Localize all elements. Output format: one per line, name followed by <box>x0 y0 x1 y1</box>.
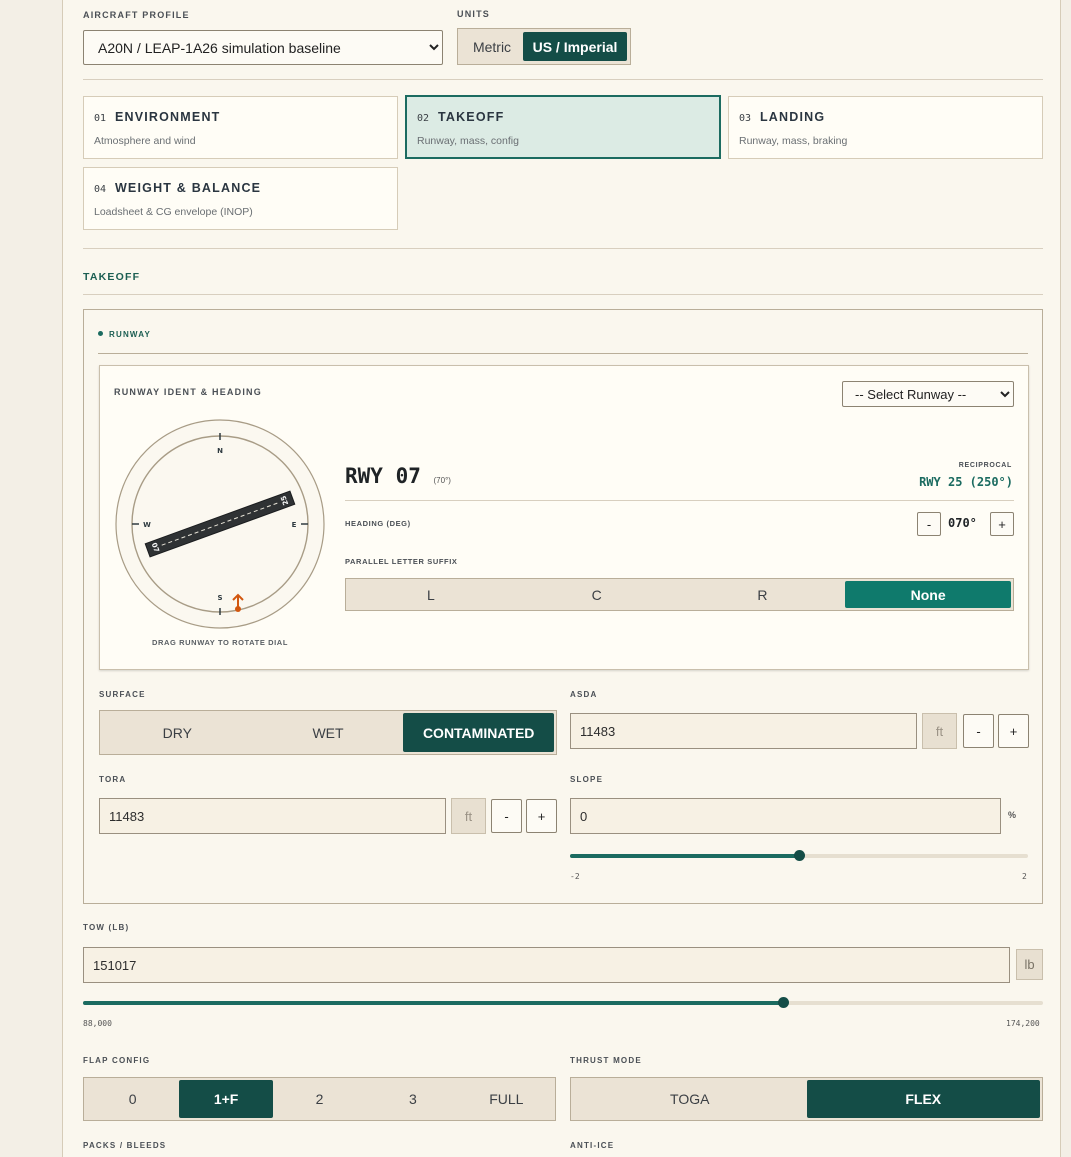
tow-slider-fill <box>83 1001 783 1005</box>
aircraft-profile-select[interactable]: A20N / LEAP-1A26 simulation baseline <box>83 30 443 65</box>
module-card-takeoff[interactable]: 02 TAKEOFF Runway, mass, config <box>405 95 721 159</box>
slope-unit: % <box>1008 810 1017 820</box>
slope-max: 2 <box>1022 872 1027 881</box>
module-subtitle: Runway, mass, braking <box>739 135 848 147</box>
flap-label: FLAP CONFIG <box>83 1056 151 1065</box>
anti-ice-label: ANTI-ICE <box>570 1141 615 1150</box>
flap-option-full[interactable]: FULL <box>460 1080 553 1118</box>
module-number: 04 <box>94 184 107 195</box>
tow-input[interactable]: 151017 <box>83 947 1010 983</box>
reciprocal-value: RWY 25 (250°) <box>919 475 1013 489</box>
flap-option-2[interactable]: 2 <box>273 1080 366 1118</box>
main-panel: AIRCRAFT PROFILE A20N / LEAP-1A26 simula… <box>62 0 1061 1157</box>
module-subtitle: Atmosphere and wind <box>94 135 196 147</box>
heading-label: HEADING (DEG) <box>345 519 411 528</box>
tow-min: 88,000 <box>83 1019 112 1028</box>
runway-bullet-icon <box>98 331 103 336</box>
module-title: TAKEOFF <box>437 110 505 124</box>
heading-decrement-button[interactable]: - <box>917 512 941 536</box>
divider <box>98 353 1028 354</box>
runway-ident-card: RUNWAY IDENT & HEADING -- Select Runway … <box>99 365 1029 670</box>
tora-input[interactable]: 11483 <box>99 798 446 834</box>
runway-group: RUNWAY RUNWAY IDENT & HEADING -- Select … <box>83 309 1043 904</box>
module-number: 02 <box>417 113 430 124</box>
slope-input[interactable]: 0 <box>570 798 1001 834</box>
flap-option-3[interactable]: 3 <box>366 1080 459 1118</box>
dial-hint: DRAG RUNWAY TO ROTATE DIAL <box>151 638 289 647</box>
suffix-option-r[interactable]: R <box>680 581 846 608</box>
thrust-option-flex[interactable]: FLEX <box>806 1080 1040 1118</box>
aircraft-profile-label: AIRCRAFT PROFILE <box>83 10 190 20</box>
slope-min: -2 <box>570 872 580 881</box>
dial-label-s: S <box>217 594 222 602</box>
tow-slider-thumb[interactable] <box>777 997 789 1008</box>
dial-label-e: E <box>292 521 297 529</box>
divider <box>345 500 1014 501</box>
asda-unit: ft <box>922 713 957 749</box>
module-card-environment[interactable]: 01 ENVIRONMENT Atmosphere and wind <box>83 96 398 159</box>
thrust-toggle: TOGA FLEX <box>570 1077 1043 1121</box>
module-title: LANDING <box>759 110 826 124</box>
packs-label: PACKS / BLEEDS <box>83 1141 167 1150</box>
reciprocal-label: RECIPROCAL <box>958 462 1012 469</box>
tora-increment-button[interactable]: + <box>526 799 557 833</box>
suffix-label: PARALLEL LETTER SUFFIX <box>345 557 458 566</box>
divider <box>83 294 1043 295</box>
flap-toggle: 0 1+F 2 3 FULL <box>83 1077 556 1121</box>
tora-unit: ft <box>451 798 486 834</box>
section-title: TAKEOFF <box>83 271 141 283</box>
runway-group-label: RUNWAY <box>109 330 152 339</box>
module-subtitle: Loadsheet & CG envelope (INOP) <box>94 206 253 218</box>
module-title: ENVIRONMENT <box>114 110 221 124</box>
asda-input[interactable]: 11483 <box>570 713 917 749</box>
divider <box>83 248 1043 249</box>
suffix-option-l[interactable]: L <box>348 581 514 608</box>
tora-label: TORA <box>99 775 127 784</box>
surface-toggle: DRY WET CONTAMINATED <box>99 710 557 755</box>
slope-slider[interactable] <box>570 850 1028 861</box>
units-option-metric[interactable]: Metric <box>461 32 523 61</box>
tow-unit: lb <box>1016 949 1043 980</box>
thrust-option-toga[interactable]: TOGA <box>573 1080 807 1118</box>
suffix-option-none[interactable]: None <box>845 581 1011 608</box>
flap-option-1f[interactable]: 1+F <box>179 1080 273 1118</box>
surface-option-dry[interactable]: DRY <box>102 713 253 752</box>
units-option-imperial[interactable]: US / Imperial <box>523 32 627 61</box>
module-title: WEIGHT & BALANCE <box>114 181 262 195</box>
runway-select[interactable]: -- Select Runway -- <box>842 381 1014 407</box>
module-subtitle: Runway, mass, config <box>417 135 519 147</box>
suffix-option-c[interactable]: C <box>514 581 680 608</box>
slope-label: SLOPE <box>570 775 604 784</box>
heading-value: 070° <box>948 516 977 530</box>
tow-max: 174,200 <box>1006 1019 1040 1028</box>
runway-ident-label: RUNWAY IDENT & HEADING <box>114 387 262 397</box>
surface-label: SURFACE <box>99 690 146 699</box>
slope-slider-thumb[interactable] <box>794 850 805 861</box>
heading-increment-button[interactable]: + <box>990 512 1014 536</box>
dial-label-n: N <box>217 447 223 455</box>
asda-decrement-button[interactable]: - <box>963 714 994 748</box>
surface-option-contaminated[interactable]: CONTAMINATED <box>403 713 555 752</box>
surface-option-wet[interactable]: WET <box>253 713 404 752</box>
units-label: UNITS <box>457 9 490 19</box>
suffix-toggle: L C R None <box>345 578 1014 611</box>
module-card-weight-balance[interactable]: 04 WEIGHT & BALANCE Loadsheet & CG envel… <box>83 167 398 230</box>
runway-heading-small: (70°) <box>433 476 451 485</box>
divider <box>83 79 1043 80</box>
runway-title: RWY 07 (70°) <box>345 464 451 488</box>
thrust-label: THRUST MODE <box>570 1056 642 1065</box>
dial-label-w: W <box>143 521 151 529</box>
tow-slider[interactable] <box>83 997 1043 1008</box>
slope-slider-fill <box>570 854 799 858</box>
module-card-landing[interactable]: 03 LANDING Runway, mass, braking <box>728 96 1043 159</box>
tora-decrement-button[interactable]: - <box>491 799 522 833</box>
module-number: 03 <box>739 113 752 124</box>
asda-increment-button[interactable]: + <box>998 714 1029 748</box>
flap-option-0[interactable]: 0 <box>86 1080 179 1118</box>
compass-dial[interactable]: N S E W 07 25 <box>114 418 326 630</box>
tow-label: TOW (LB) <box>83 923 130 932</box>
units-toggle: Metric US / Imperial <box>457 28 631 65</box>
asda-label: ASDA <box>570 690 598 699</box>
module-number: 01 <box>94 113 107 124</box>
